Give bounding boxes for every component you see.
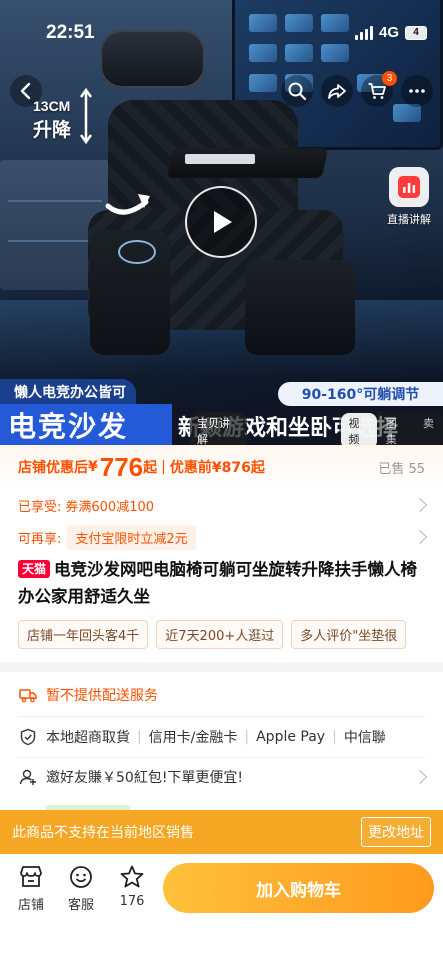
customer-service-label: 客服 (67, 898, 94, 913)
product-gallery[interactable]: 22:51 4G 4 3 13CM 升降 直播讲解 懒人电竞办公皆可 电竞沙发 … (0, 0, 443, 445)
play-video-button[interactable] (185, 186, 257, 258)
chevron-right-icon (412, 769, 428, 785)
promo-enjoyed-value: 券满600减100 (65, 499, 155, 515)
add-to-cart-button[interactable]: 加入购物车 (163, 863, 434, 913)
favorite-button[interactable]: 176 (107, 864, 157, 909)
rotate-arrow-icon (105, 194, 150, 215)
chevron-right-icon (412, 497, 428, 513)
tab-video[interactable]: 视频 (341, 413, 377, 445)
services-row[interactable]: 本地超商取貨 | 信用卡/金融卡 | Apple Pay | 中信聯 (0, 718, 443, 756)
status-time: 22:51 (46, 22, 95, 43)
live-icon (389, 167, 429, 207)
live-label: 直播讲解 (387, 213, 431, 226)
shield-icon (18, 727, 38, 747)
battery-icon: 4 (405, 25, 427, 40)
truck-icon (18, 685, 38, 705)
share-icon (328, 84, 346, 99)
media-tabs: 宝贝讲解 视频 图集 卖 (190, 411, 443, 445)
play-icon (214, 211, 232, 233)
tab-gallery[interactable]: 图集 (379, 413, 414, 445)
live-explain-button[interactable]: 直播讲解 (383, 167, 435, 227)
sold-count: 已售 55 (378, 461, 425, 477)
price-label: 店铺优惠后 (18, 460, 88, 476)
store-label: 店铺 (17, 898, 44, 913)
delivery-text: 暂不提供配送服务 (46, 688, 158, 704)
banner-subtitle: 懒人电竞办公皆可 (0, 379, 136, 405)
service-item: 本地超商取貨 (45, 730, 130, 746)
service-item: 中信聯 (343, 730, 386, 746)
banner-recline-angle: 90-160°可躺调节 (278, 382, 443, 406)
region-notice-text: 此商品不支持在当前地区销售 (12, 825, 194, 841)
invite-text: 邀好友賺￥50紅包!下單更便宜! (46, 770, 244, 786)
chair-base (245, 260, 355, 355)
promo-available-chip: 支付宝限时立减2元 (67, 524, 196, 550)
price-separator: | (161, 459, 166, 475)
star-icon (120, 865, 144, 888)
chevron-right-icon (412, 529, 428, 545)
favorite-count: 176 (119, 894, 145, 909)
promo-enjoyed-key: 已享受: (18, 499, 62, 515)
service-item: 信用卡/金融卡 (148, 730, 238, 746)
tag-item[interactable]: 近7天200+人逛过 (156, 620, 284, 649)
promo-enjoyed-row[interactable]: 已享受: 券满600减100 (0, 490, 443, 520)
invite-friend-icon (18, 767, 38, 787)
region-notice-bar: 此商品不支持在当前地区销售 更改地址 (0, 810, 443, 854)
scene-keyboard (185, 154, 255, 164)
product-title-text: 电竞沙发网吧电脑椅可躺可坐旋转升降扶手懒人椅办公家用舒适久坐 (18, 560, 418, 606)
price-before-discount: 优惠前¥876起 (169, 460, 265, 476)
cart-count-badge: 3 (382, 71, 397, 86)
customer-service-button[interactable]: 客服 (56, 864, 106, 913)
banner-title: 电竞沙发 (0, 404, 172, 445)
service-item: Apple Pay (256, 729, 326, 745)
product-tags: 店铺一年回头客4千 近7天200+人逛过 多人评价"坐垫很 (18, 620, 443, 649)
search-icon (288, 82, 307, 101)
tmall-badge: 天猫 (18, 560, 51, 578)
price-suffix: 起 (143, 460, 158, 476)
lift-label: 13CM 升降 (33, 98, 72, 141)
media-tab-group: 视频 图集 卖 (339, 411, 443, 445)
delivery-row[interactable]: 暂不提供配送服务 (0, 676, 443, 714)
tab-selling[interactable]: 卖 (416, 413, 441, 445)
chair-logo (118, 240, 156, 264)
signal-icon (354, 25, 373, 40)
store-icon (20, 866, 42, 887)
status-indicators: 4G 4 (354, 24, 427, 41)
up-down-arrow-icon (80, 88, 92, 144)
cart-button[interactable]: 3 (361, 71, 397, 107)
network-type: 4G (378, 24, 399, 41)
bottom-action-bar: 店铺 客服 176 加入购物车 (0, 854, 443, 960)
tag-item[interactable]: 多人评价"坐垫很 (291, 620, 407, 649)
chair-headrest (100, 30, 205, 88)
promo-available-key: 可再享: (18, 531, 62, 547)
more-icon (409, 89, 425, 93)
search-button[interactable] (281, 75, 313, 107)
price-row: 店铺优惠后 ¥ 776 起 | 优惠前¥876起 已售 55 (0, 445, 443, 489)
services-list: 本地超商取貨 | 信用卡/金融卡 | Apple Pay | 中信聯 (45, 729, 386, 746)
price-currency: ¥ (88, 459, 98, 475)
store-button[interactable]: 店铺 (6, 864, 56, 913)
more-button[interactable] (401, 75, 433, 107)
price-amount: 776 (99, 451, 144, 482)
explain-tab[interactable]: 宝贝讲解 (190, 412, 248, 445)
invite-row[interactable]: 邀好友賺￥50紅包!下單更便宜! (0, 758, 443, 796)
product-title: 天猫 电竞沙发网吧电脑椅可躺可坐旋转升降扶手懒人椅办公家用舒适久坐 (18, 556, 428, 610)
section-divider (0, 662, 443, 672)
tag-item[interactable]: 店铺一年回头客4千 (18, 620, 149, 649)
change-address-button[interactable]: 更改地址 (361, 817, 431, 847)
promo-available-row[interactable]: 可再享: 支付宝限时立减2元 (0, 522, 443, 552)
row-separator (18, 716, 425, 717)
share-button[interactable] (321, 75, 353, 107)
customer-service-icon (70, 866, 92, 888)
